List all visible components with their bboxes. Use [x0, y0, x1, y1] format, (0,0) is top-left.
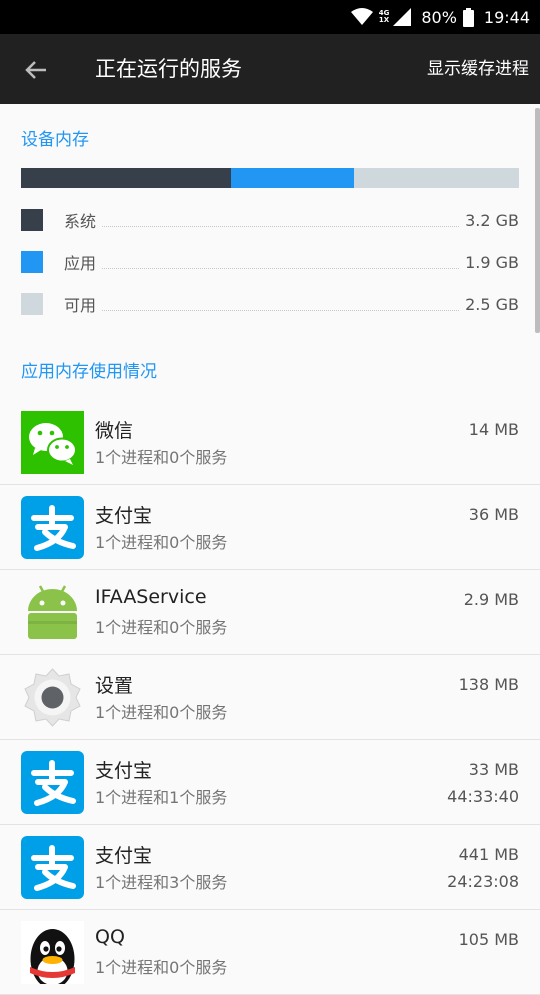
qq-penguin-icon — [21, 921, 84, 989]
legend-value: 2.5 GB — [465, 294, 519, 314]
app-name: 支付宝 — [95, 760, 153, 782]
app-name: IFAAService — [95, 586, 207, 608]
settings-gear-icon — [21, 666, 84, 729]
legend-swatch-free — [21, 293, 43, 315]
clock: 19:44 — [483, 7, 530, 27]
app-process-detail: 1个进程和0个服务 — [95, 958, 228, 977]
android-icon — [21, 581, 84, 644]
memory-bar-system — [21, 168, 232, 188]
memory-usage-bar — [21, 168, 519, 188]
leader-dots — [102, 225, 460, 227]
battery-icon — [462, 7, 474, 27]
list-item[interactable]: IFAAService 1个进程和0个服务 2.9 MB — [0, 570, 540, 655]
memory-bar-apps — [231, 168, 355, 188]
app-name: 支付宝 — [95, 845, 153, 867]
page-title: 正在运行的服务 — [95, 57, 242, 81]
app-process-detail: 1个进程和0个服务 — [95, 448, 228, 467]
alipay-icon — [21, 836, 84, 899]
cell-signal-icon — [393, 8, 412, 26]
battery-percent: 80% — [421, 7, 457, 27]
app-name: QQ — [95, 926, 125, 948]
app-memory-size: 2.9 MB — [463, 590, 519, 609]
alipay-icon — [21, 751, 84, 814]
app-memory-size: 14 MB — [468, 420, 519, 439]
legend-value: 3.2 GB — [465, 210, 519, 230]
legend-label: 系统 — [64, 212, 97, 231]
leader-dots — [102, 267, 460, 269]
app-bar: 正在运行的服务 显示缓存进程 — [0, 34, 540, 104]
app-list: 微信 1个进程和0个服务 14 MB 支付宝 1个进程和0个服务 36 MB I… — [0, 400, 540, 995]
app-memory-size: 33 MB — [468, 760, 519, 779]
arrow-back-icon[interactable] — [20, 54, 52, 86]
app-name: 支付宝 — [95, 505, 153, 527]
scrollbar[interactable] — [535, 108, 540, 333]
status-bar: 4G 1X 80% 19:44 — [0, 0, 540, 34]
app-process-detail: 1个进程和0个服务 — [95, 618, 228, 637]
legend-row-apps: 应用 1.9 GB — [21, 242, 519, 282]
app-process-detail: 1个进程和0个服务 — [95, 703, 228, 722]
legend-row-free: 可用 2.5 GB — [21, 284, 519, 324]
list-item[interactable]: 微信 1个进程和0个服务 14 MB — [0, 400, 540, 485]
list-item[interactable]: 设置 1个进程和0个服务 138 MB — [0, 655, 540, 740]
app-name: 设置 — [95, 675, 134, 697]
legend-row-system: 系统 3.2 GB — [21, 200, 519, 240]
legend-swatch-system — [21, 209, 43, 231]
list-item[interactable]: 支付宝 1个进程和1个服务 33 MB 44:33:40 — [0, 740, 540, 825]
wechat-icon — [21, 411, 84, 474]
app-memory-size: 441 MB — [458, 845, 519, 864]
app-running-time: 44:33:40 — [447, 787, 519, 806]
app-memory-size: 105 MB — [458, 930, 519, 949]
memory-bar-free — [354, 168, 519, 188]
leader-dots — [102, 309, 460, 311]
legend-label: 可用 — [64, 296, 97, 315]
app-memory-size: 138 MB — [458, 675, 519, 694]
app-running-time: 24:23:08 — [447, 872, 519, 891]
app-process-detail: 1个进程和1个服务 — [95, 788, 228, 807]
app-process-detail: 1个进程和3个服务 — [95, 873, 228, 892]
app-memory-size: 36 MB — [468, 505, 519, 524]
alipay-icon — [21, 496, 84, 559]
legend-label: 应用 — [64, 254, 97, 273]
legend-swatch-apps — [21, 251, 43, 273]
network-type-indicator: 4G 1X — [378, 9, 390, 24]
wifi-icon — [350, 8, 373, 26]
list-item[interactable]: QQ 1个进程和0个服务 105 MB — [0, 910, 540, 995]
list-item[interactable]: 支付宝 1个进程和0个服务 36 MB — [0, 485, 540, 570]
app-process-detail: 1个进程和0个服务 — [95, 533, 228, 552]
app-memory-title: 应用内存使用情况 — [21, 362, 157, 382]
device-memory-title: 设备内存 — [21, 130, 89, 150]
legend-value: 1.9 GB — [465, 252, 519, 272]
show-cached-processes-button[interactable]: 显示缓存进程 — [427, 34, 529, 104]
app-name: 微信 — [95, 420, 134, 442]
list-item[interactable]: 支付宝 1个进程和3个服务 441 MB 24:23:08 — [0, 825, 540, 910]
